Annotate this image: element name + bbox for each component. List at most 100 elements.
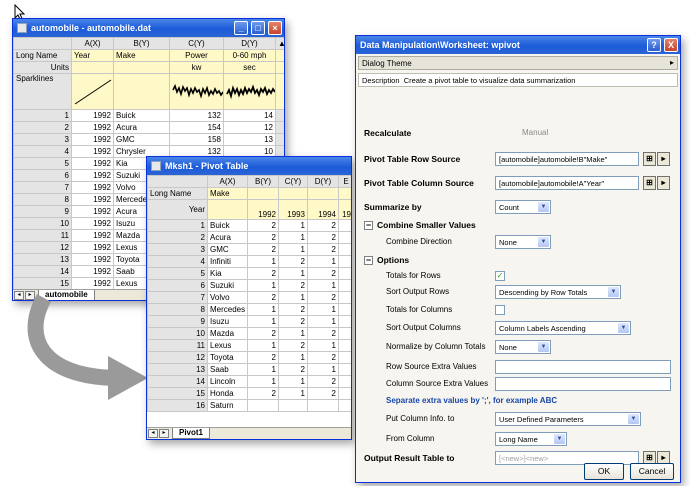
table-row[interactable]: 1 1992 Buick 132 14 [13,109,284,122]
table-cell[interactable]: 1992 [71,193,114,206]
table-cell[interactable]: 1 [247,339,279,352]
table-cell[interactable]: 2 [307,243,339,256]
table-cell[interactable]: Suzuki [207,279,248,292]
table-cell[interactable] [275,121,284,134]
combine-direction-dropdown[interactable]: None ▼ [495,235,551,249]
pivot-grid[interactable]: A(X) B(Y) C(Y) D(Y) E Long Name Make Yea… [147,175,351,427]
table-cell[interactable] [275,109,284,122]
row-number[interactable]: 10 [147,327,208,340]
long-name-cell[interactable]: 0-60 mph [223,49,276,62]
table-cell[interactable]: 1 [247,303,279,316]
table-cell[interactable]: 2 [307,231,339,244]
table-cell[interactable] [338,363,351,376]
row-number[interactable]: 4 [147,255,208,268]
table-cell[interactable] [275,133,284,146]
table-cell[interactable]: 1 [247,279,279,292]
table-cell[interactable]: 2 [278,255,308,268]
table-cell[interactable] [338,243,351,256]
row-number[interactable]: 3 [147,243,208,256]
table-cell[interactable]: 1 [307,303,339,316]
table-cell[interactable] [278,399,308,412]
row-number[interactable]: 9 [13,205,72,218]
corner-cell[interactable] [13,37,72,50]
table-cell[interactable]: 1992 [71,169,114,182]
collapse-icon[interactable]: − [364,256,373,265]
chevron-down-icon[interactable]: ▼ [554,434,565,444]
table-cell[interactable]: Acura [113,121,170,134]
table-cell[interactable]: 2 [247,231,279,244]
table-cell[interactable]: 1992 [71,157,114,170]
tab-next-button[interactable]: ▸ [159,429,169,438]
row-number[interactable]: 11 [147,339,208,352]
table-cell[interactable]: Honda [207,387,248,400]
table-cell[interactable]: Mazda [207,327,248,340]
table-cell[interactable]: Saab [207,363,248,376]
table-row[interactable]: 5 Kia 2 1 2 [147,267,351,280]
table-cell[interactable]: 13 [223,133,276,146]
long-name-cell[interactable] [338,187,351,200]
table-cell[interactable]: 1 [278,243,308,256]
chevron-down-icon[interactable]: ▼ [608,287,619,297]
table-cell[interactable]: 2 [307,387,339,400]
table-cell[interactable]: 1992 [71,277,114,290]
table-cell[interactable] [338,219,351,232]
row-number[interactable]: 5 [147,267,208,280]
table-cell[interactable]: 1 [247,375,279,388]
table-cell[interactable]: 12 [223,121,276,134]
table-cell[interactable]: Infiniti [207,255,248,268]
table-cell[interactable] [338,327,351,340]
table-row[interactable]: 12 Toyota 2 1 2 [147,351,351,364]
chevron-down-icon[interactable]: ▼ [618,323,629,333]
table-row[interactable]: 9 Isuzu 1 2 1 [147,315,351,328]
table-cell[interactable]: 158 [169,133,224,146]
row-number[interactable]: 2 [13,121,72,134]
year-cell[interactable]: 1993 [278,199,308,220]
row-source-pick-button[interactable]: ⊞ [643,152,656,166]
table-cell[interactable]: 2 [247,351,279,364]
maximize-button[interactable]: □ [251,21,265,35]
table-cell[interactable]: 1992 [71,133,114,146]
row-number[interactable]: 2 [147,231,208,244]
table-cell[interactable]: 132 [169,109,224,122]
long-name-cell[interactable] [278,187,308,200]
col-source-pick-button[interactable]: ⊞ [643,176,656,190]
table-cell[interactable]: Volvo [207,291,248,304]
row-label-units[interactable]: Units [13,61,72,74]
column-header-c[interactable]: C(Y) [169,37,224,50]
table-cell[interactable]: 2 [247,219,279,232]
long-name-cell[interactable] [307,187,339,200]
table-cell[interactable]: 2 [278,303,308,316]
row-number[interactable]: 10 [13,217,72,230]
table-row[interactable]: 1 Buick 2 1 2 [147,219,351,232]
table-cell[interactable]: 1992 [71,205,114,218]
row-number[interactable]: 7 [13,181,72,194]
row-number[interactable]: 8 [147,303,208,316]
pivot-worksheet-titlebar[interactable]: Mksh1 - Pivot Table [147,157,351,175]
combine-section-header[interactable]: − Combine Smaller Values [356,217,680,234]
year-cell[interactable] [207,199,248,220]
table-row[interactable]: 3 GMC 2 1 2 [147,243,351,256]
row-number[interactable]: 16 [147,399,208,412]
row-number[interactable]: 8 [13,193,72,206]
close-button[interactable]: X [664,38,678,52]
table-cell[interactable] [338,375,351,388]
row-number[interactable]: 13 [13,253,72,266]
sheet-tab-pivot1[interactable]: Pivot1 [172,428,211,439]
table-cell[interactable]: Buick [207,219,248,232]
table-cell[interactable]: Saturn [207,399,248,412]
year-cell[interactable]: 1994 [307,199,339,220]
row-number[interactable]: 14 [13,265,72,278]
year-cell[interactable]: 1992 [247,199,279,220]
table-cell[interactable]: 1992 [71,229,114,242]
table-cell[interactable]: 2 [307,267,339,280]
table-row[interactable]: 11 Lexus 1 2 1 [147,339,351,352]
table-cell[interactable]: Buick [113,109,170,122]
table-cell[interactable]: 2 [307,375,339,388]
long-name-cell[interactable]: Make [207,187,248,200]
chevron-down-icon[interactable]: ▼ [538,202,549,212]
row-number[interactable]: 6 [13,169,72,182]
table-cell[interactable]: 1 [307,363,339,376]
table-cell[interactable]: 2 [247,291,279,304]
row-label-long-name[interactable]: Long Name [147,187,208,200]
table-row[interactable]: 15 Honda 2 1 2 [147,387,351,400]
